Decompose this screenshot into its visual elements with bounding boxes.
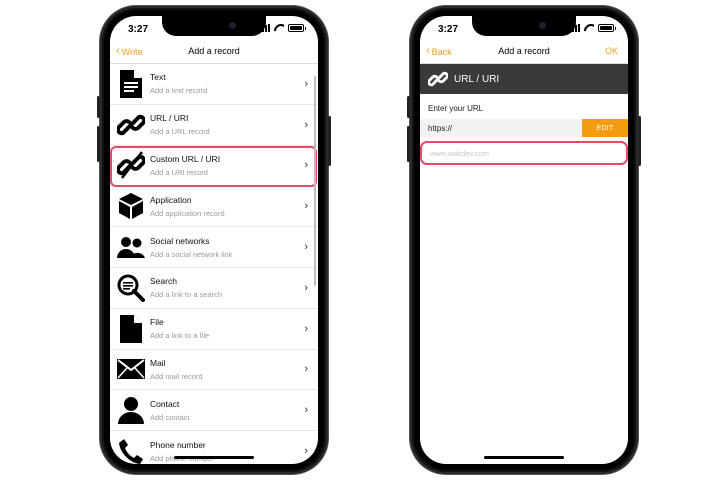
item-title: Phone number [150, 439, 206, 450]
list-item-phone-number[interactable]: Phone numberAdd phone number › [110, 431, 318, 464]
ok-button[interactable]: OK [605, 46, 618, 56]
nav-bar: ‹ Write Add a record [110, 42, 318, 64]
person-icon [114, 393, 148, 427]
volume-button [407, 126, 410, 162]
battery-icon [288, 24, 306, 32]
chevron-right-icon: › [304, 77, 308, 90]
phone-right: 3:27 ‹ Back Add a record OK URL / URI En… [407, 6, 641, 474]
item-subtitle: Add a URL record [150, 127, 210, 137]
item-title: File [150, 317, 164, 328]
home-indicator[interactable] [174, 456, 254, 459]
item-title: Contact [150, 398, 180, 409]
list-item-url[interactable]: URL / URI Add a URL record › [110, 105, 318, 146]
item-subtitle: Add application record [150, 208, 225, 218]
item-subtitle: Add a URI record [150, 167, 208, 177]
item-subtitle: Add contact [150, 412, 190, 422]
notch [472, 16, 576, 36]
chevron-right-icon: › [304, 159, 308, 172]
people-icon [114, 230, 148, 264]
chevron-right-icon: › [304, 363, 308, 376]
stage: 3:27 ‹ Write Add a record Text Add a tex… [0, 0, 720, 480]
url-prefix[interactable]: https:// [428, 124, 452, 133]
chevron-right-icon: › [304, 200, 308, 213]
magnifier-icon [114, 271, 148, 305]
power-button [638, 116, 641, 166]
enter-url-label: Enter your URL [428, 104, 484, 113]
chevron-right-icon: › [304, 322, 308, 335]
record-header: URL / URI [420, 64, 628, 94]
chevron-right-icon: › [304, 241, 308, 254]
item-subtitle: Add a link to a search [150, 290, 223, 300]
item-title: Custom URL / URI [150, 153, 221, 164]
item-title: Mail [150, 357, 166, 368]
power-button [328, 116, 331, 166]
item-title: Application [150, 194, 192, 205]
volume-button [97, 96, 100, 118]
list-item-custom-url[interactable]: Custom URL / URI Add a URI record › [110, 146, 318, 187]
phone-left: 3:27 ‹ Write Add a record Text Add a tex… [97, 6, 331, 474]
record-type-list: Text Add a text record › URL / URI Add a U… [110, 64, 318, 464]
link-icon [426, 67, 450, 91]
chevron-right-icon: › [304, 445, 308, 458]
item-subtitle: Add a social network link [150, 249, 233, 259]
scrollbar[interactable] [314, 76, 316, 286]
wifi-icon [584, 24, 594, 32]
chevron-right-icon: › [304, 118, 308, 131]
record-header-title: URL / URI [454, 73, 500, 85]
list-item-application[interactable]: Application Add application record › [110, 186, 318, 228]
item-title: Text [150, 72, 166, 83]
list-item-file[interactable]: File Add a link to a file › [110, 309, 318, 350]
url-input-wrapper [420, 141, 628, 165]
volume-button [407, 96, 410, 118]
list-item-contact[interactable]: Contact Add contact › [110, 390, 318, 432]
nav-bar: ‹ Back Add a record OK [420, 42, 628, 64]
link-icon [114, 108, 148, 142]
chevron-right-icon: › [304, 404, 308, 417]
item-title: Social networks [150, 235, 210, 246]
home-indicator[interactable] [484, 456, 564, 459]
document-icon [114, 67, 148, 101]
list-item-search[interactable]: Search Add a link to a search › [110, 268, 318, 309]
item-subtitle: Add a link to a file [150, 331, 210, 341]
list-item-mail[interactable]: Mail Add mail record › [110, 350, 318, 391]
chevron-right-icon: › [304, 281, 308, 294]
url-prefix-row: https:// EDIT [420, 119, 628, 137]
page-title: Add a record [498, 46, 550, 56]
battery-icon [598, 24, 616, 32]
item-title: Search [150, 276, 177, 287]
item-subtitle: Add mail record [150, 371, 203, 381]
envelope-icon [114, 352, 148, 386]
broken-link-icon [114, 148, 148, 182]
list-item-text[interactable]: Text Add a text record › [110, 64, 318, 105]
status-time: 3:27 [438, 24, 459, 35]
list-item-social-networks[interactable]: Social networks Add a social network link… [110, 227, 318, 268]
volume-button [97, 126, 100, 162]
url-input[interactable] [430, 148, 614, 158]
cube-icon [114, 189, 148, 223]
phone-icon [114, 434, 148, 464]
status-time: 3:27 [128, 24, 149, 35]
page-title: Add a record [188, 46, 240, 56]
file-icon [114, 312, 148, 346]
screen-add-record: 3:27 ‹ Write Add a record Text Add a tex… [110, 16, 318, 464]
item-title: URL / URI [150, 113, 189, 124]
edit-button[interactable]: EDIT [582, 119, 628, 137]
screen-url-record: 3:27 ‹ Back Add a record OK URL / URI En… [420, 16, 628, 464]
item-subtitle: Add a text record [150, 86, 208, 96]
notch [162, 16, 266, 36]
wifi-icon [274, 24, 284, 32]
